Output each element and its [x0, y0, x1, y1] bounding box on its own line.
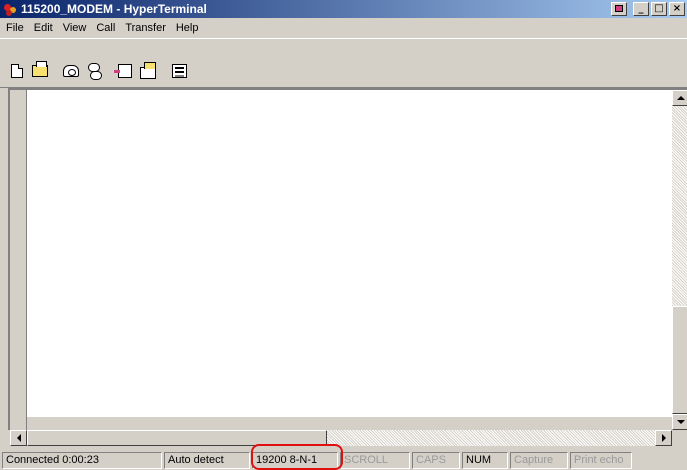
extra-titlebar-icon[interactable] [611, 2, 627, 16]
scroll-left-button[interactable] [10, 430, 27, 446]
status-scroll: SCROLL [340, 451, 410, 469]
status-port-settings: 19200 8-N-1 [252, 451, 338, 469]
menu-help[interactable]: Help [176, 22, 199, 34]
terminal-area[interactable] [27, 90, 672, 418]
menu-edit[interactable]: Edit [34, 22, 53, 34]
arrow-down-icon [676, 420, 685, 424]
scroll-right-button[interactable] [655, 430, 672, 446]
toolbar [0, 38, 687, 88]
vertical-scrollbar[interactable] [672, 90, 687, 430]
status-detect: Auto detect [164, 451, 250, 469]
properties-button[interactable] [168, 60, 190, 82]
new-connection-button[interactable] [6, 60, 28, 82]
menu-file[interactable]: File [6, 22, 24, 34]
status-capture: Capture [510, 451, 568, 469]
window-title: 115200_MODEM - HyperTerminal [21, 2, 207, 16]
call-button[interactable] [60, 60, 82, 82]
status-bar: Connected 0:00:23 Auto detect 19200 8-N-… [0, 450, 687, 470]
scroll-down-button[interactable] [672, 414, 687, 430]
vertical-scroll-thumb[interactable] [672, 306, 687, 414]
status-num: NUM [462, 451, 508, 469]
maximize-button[interactable]: □ [651, 2, 667, 16]
status-connected: Connected 0:00:23 [2, 451, 162, 469]
properties-icon [171, 64, 187, 78]
open-button[interactable] [29, 60, 51, 82]
menu-transfer[interactable]: Transfer [125, 22, 166, 34]
menu-bar: File Edit View Call Transfer Help [0, 18, 687, 38]
horizontal-scrollbar[interactable] [10, 430, 672, 446]
arrow-right-icon [661, 434, 666, 442]
arrow-left-icon [16, 434, 21, 442]
minimize-button[interactable]: _ [633, 2, 649, 16]
horizontal-scroll-thumb[interactable] [27, 430, 327, 446]
menu-view[interactable]: View [63, 22, 87, 34]
send-file-icon [114, 64, 132, 78]
title-bar: 115200_MODEM - HyperTerminal _ □ × [0, 0, 687, 18]
hang-up-icon [87, 63, 102, 80]
receive-button[interactable] [137, 60, 159, 82]
disconnect-button[interactable] [83, 60, 105, 82]
terminal-frame [8, 88, 687, 446]
close-button[interactable]: × [669, 2, 685, 16]
scroll-up-button[interactable] [672, 90, 687, 106]
open-folder-icon [32, 61, 48, 77]
new-document-icon [11, 64, 23, 78]
status-caps: CAPS [412, 451, 460, 469]
send-button[interactable] [114, 60, 136, 82]
status-print-echo: Print echo [570, 451, 632, 469]
arrow-up-icon [676, 96, 685, 100]
hyperterminal-app-icon[interactable] [2, 1, 18, 17]
receive-file-icon [140, 61, 156, 79]
left-margin [10, 90, 27, 430]
phone-icon [63, 65, 79, 77]
menu-call[interactable]: Call [96, 22, 115, 34]
